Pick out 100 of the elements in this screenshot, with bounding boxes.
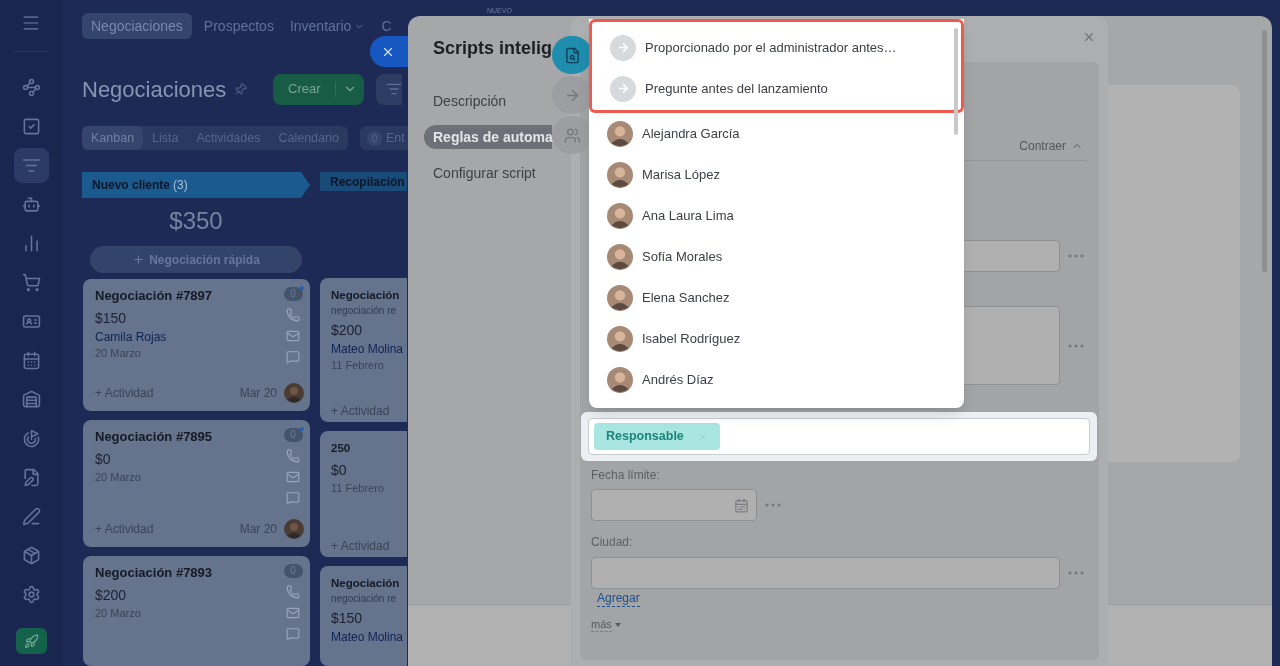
sidebar-item[interactable] xyxy=(13,148,49,183)
chat-icon[interactable] xyxy=(286,350,300,364)
dropdown-option[interactable]: Ana Laura Lima xyxy=(589,195,964,236)
target-icon xyxy=(21,429,41,448)
nav-item[interactable]: Descripción xyxy=(424,89,552,113)
plus-icon xyxy=(132,253,146,266)
checkbox-icon xyxy=(21,117,41,136)
phone-icon[interactable] xyxy=(286,585,300,599)
avatar xyxy=(607,202,633,229)
scrollbar[interactable] xyxy=(954,28,958,135)
avatar xyxy=(284,383,304,403)
top-tab[interactable]: Inventario xyxy=(285,17,370,35)
dropdown-option[interactable]: Alejandra García xyxy=(589,113,964,154)
column-count: (3) xyxy=(173,177,188,194)
cart-icon xyxy=(21,273,41,292)
mail-icon[interactable] xyxy=(286,329,300,343)
deal-title[interactable]: Negociación #7897 xyxy=(95,287,282,305)
filter-button[interactable] xyxy=(376,73,403,105)
column-title: Recopilación xyxy=(330,173,405,191)
date-field[interactable] xyxy=(591,489,757,521)
pen-icon xyxy=(21,507,41,526)
mail-icon[interactable] xyxy=(286,470,300,484)
responsible-tag[interactable]: Responsable xyxy=(594,423,720,450)
dropdown-option[interactable]: Elena Sanchez xyxy=(589,277,964,318)
top-tab[interactable]: C xyxy=(377,17,396,35)
dropdown-option[interactable]: Proporcionado por el administrador antes… xyxy=(592,27,961,68)
deal-amount: $150 xyxy=(95,309,128,328)
calendar-icon[interactable] xyxy=(734,497,749,513)
deal-title[interactable]: Negociación xyxy=(331,574,407,592)
id-card-icon xyxy=(21,312,41,331)
more-icon[interactable] xyxy=(1068,571,1084,575)
users-icon xyxy=(563,126,581,144)
dropdown-option[interactable]: Pregunte antes del lanzamiento xyxy=(592,68,961,109)
robot-icon xyxy=(21,195,41,214)
nav-item[interactable]: Reglas de automa xyxy=(424,125,552,149)
deal-note: negociación re xyxy=(331,304,398,317)
avatar xyxy=(607,366,633,393)
deal-note: negociación re xyxy=(331,592,398,605)
caret-icon xyxy=(614,623,621,627)
contact-link[interactable]: Camila Rojas xyxy=(95,329,282,345)
contact-link[interactable]: Mateo Molina xyxy=(331,341,407,357)
filter-icon xyxy=(386,81,403,97)
dropdown-option[interactable]: Sofía Morales xyxy=(589,236,964,277)
more-icon[interactable] xyxy=(765,503,781,507)
add-link[interactable]: Agregar xyxy=(597,591,640,607)
deal-amount: $200 xyxy=(95,586,128,605)
box-icon xyxy=(21,546,41,565)
contact-link[interactable]: Mateo Molina xyxy=(331,629,407,645)
responsible-field[interactable]: Responsable xyxy=(588,418,1090,455)
create-button[interactable]: Crear xyxy=(273,73,365,105)
view-tab[interactable]: Kanban xyxy=(82,126,144,150)
more-icon[interactable] xyxy=(1068,254,1084,258)
avatar xyxy=(607,284,633,311)
column-total: $350 xyxy=(168,206,224,237)
deal-title[interactable]: Negociación #7895 xyxy=(95,428,282,446)
collapse-link[interactable]: Contraer xyxy=(1019,137,1066,155)
top-tab[interactable]: Prospectos xyxy=(199,17,278,35)
more-icon[interactable] xyxy=(1068,343,1084,348)
settings-icon xyxy=(21,585,41,604)
scrollbar[interactable] xyxy=(1262,30,1267,272)
avatar xyxy=(284,519,304,539)
deal-title[interactable]: 250 xyxy=(331,439,407,457)
dropdown-option[interactable]: Andrés Díaz xyxy=(589,359,964,400)
field-label: Fecha límite: xyxy=(591,468,661,482)
chat-icon[interactable] xyxy=(286,491,300,505)
calendar-icon xyxy=(21,351,41,370)
top-tab[interactable]: Negociaciones xyxy=(82,13,192,39)
mail-icon[interactable] xyxy=(286,606,300,620)
phone-icon[interactable] xyxy=(286,308,300,322)
input-field[interactable] xyxy=(591,557,1060,589)
menu-icon[interactable] xyxy=(21,13,41,33)
warehouse-icon xyxy=(21,390,41,409)
dropdown-option[interactable]: Isabel Rodríguez xyxy=(589,318,964,359)
phone-icon[interactable] xyxy=(286,449,300,463)
avatar xyxy=(607,243,633,270)
nav-item[interactable]: Configurar script xyxy=(424,161,552,185)
column-title: Nuevo cliente xyxy=(92,177,171,194)
document-edit-icon xyxy=(21,468,41,487)
search-icon xyxy=(563,46,581,64)
deal-amount: $0 xyxy=(95,450,112,469)
avatar xyxy=(607,325,633,352)
deal-amount: $150 xyxy=(331,609,364,628)
close-icon[interactable] xyxy=(1082,30,1096,44)
funnel-icon xyxy=(21,156,41,175)
dropdown-option[interactable]: Marisa López xyxy=(589,154,964,195)
close-button[interactable] xyxy=(370,36,408,67)
deal-title[interactable]: Negociación xyxy=(331,286,407,304)
avatar xyxy=(607,161,633,188)
page-title: Negociaciones xyxy=(82,75,227,104)
field-label: Ciudad: xyxy=(591,535,634,549)
avatar xyxy=(607,120,633,147)
more-link[interactable]: más xyxy=(591,618,612,632)
network-icon xyxy=(21,78,41,97)
chat-icon[interactable] xyxy=(286,627,300,641)
deal-title[interactable]: Negociación #7893 xyxy=(95,564,282,582)
rocket-button[interactable] xyxy=(15,628,47,654)
deal-card[interactable]: Negociación negociación re $150 Mateo Molina xyxy=(320,566,407,666)
deal-amount: $200 xyxy=(331,321,364,340)
deal-amount: $0 xyxy=(331,461,348,480)
rocket-icon xyxy=(23,633,39,649)
